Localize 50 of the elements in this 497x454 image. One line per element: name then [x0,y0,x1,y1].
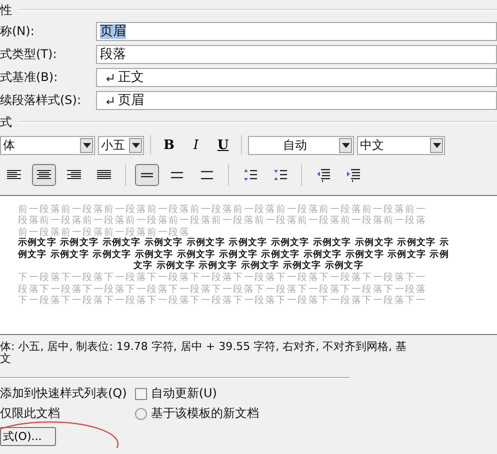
increase-indent-icon [346,168,360,182]
preview-text: 段落下一段落下一段落下一段落下一段落下一段落下一段落下一段落下一段落下一段落 [17,284,428,295]
justify-icon [97,170,111,180]
format-button[interactable]: 式(O)... [0,427,56,446]
option-label: 添加到快速样式列表(Q) [0,385,127,402]
bold-button[interactable]: B [157,135,181,155]
underline-button[interactable]: U [211,135,235,155]
align-center-icon [37,170,51,180]
option-label: 基于该模板的新文档 [150,405,259,422]
align-left-icon [7,170,21,180]
input-field[interactable]: 页眉 [96,91,497,110]
preview-text: 段落前一段落前一段落前一段落前一段落前一段落前一段落前一段落前一段落前一段落 [17,215,428,227]
paragraph-style-icon [105,72,115,82]
size-dropdown[interactable]: 小五 [98,136,144,154]
color-dropdown[interactable]: 自动 [248,136,354,154]
input-field[interactable]: 正文 [96,68,497,87]
double-spacing-icon [200,170,214,180]
preview-text: 下一段落下一段落下一段落下一段落下一段落下一段落下一段落下一段落下一段落下一 [17,272,428,284]
checkbox[interactable] [134,388,147,400]
option-label: 自动更新(U) [150,385,217,402]
script-dropdown[interactable]: 中文 [357,136,445,154]
preview-text: 前一段落前一段落前一段落前一段落前一段落前一段落前一段落前一段落前一段落前一 [17,204,428,215]
style-description: 文 [0,353,12,365]
sample-text: 文字 示例文字 示例文字 示例文字 示例文字 示例文字 [132,261,364,272]
one-half-spacing-icon [170,170,184,180]
font-dropdown[interactable]: 体 [0,136,95,154]
section-title: 式 [0,114,12,130]
field-label: 续段落样式(S): [0,92,82,109]
field-label: 式类型(T): [0,46,58,63]
preview-text: 下一段落下一段落下一段落下一段落下一段落下一段落下一段落下一段落下一段落下一 [17,295,428,307]
style-description: 体: 小五, 居中, 制表位: 19.78 字符, 居中 + 39.55 字符, 右对齐, 不对齐到网格, 基 [0,341,408,353]
field-label: 称(N): [0,23,36,40]
decrease-indent-icon [316,168,330,182]
preview-text: 前一段落前一段落前一段落前一段落 [17,226,190,238]
space-before-icon [243,168,257,182]
field-label: 式基准(B): [0,69,59,86]
input-field[interactable]: 页眉 [96,22,497,41]
space-after-icon [273,168,287,182]
align-center-button[interactable] [32,164,56,186]
section-title: 性 [0,2,12,18]
sample-text: 例文字 示例文字 示例文字 示例文字 示例文字 示例文字 示例文字 示例文字 示例文字 示例文字 示例 [16,250,450,260]
single-spacing-button[interactable] [135,164,159,186]
radio-button[interactable] [134,408,147,420]
single-spacing-icon [140,170,154,180]
paragraph-style-icon [105,96,115,106]
italic-button[interactable]: I [184,135,208,155]
option-label: 仅限此文档 [0,405,60,422]
align-right-icon [67,170,81,180]
input-field[interactable]: 段落 [96,45,497,64]
sample-text: 示例文字 示例文字 示例文字 示例文字 示例文字 示例文字 示例文字 示例文字 示例文字 示例文字 示 [17,238,450,249]
